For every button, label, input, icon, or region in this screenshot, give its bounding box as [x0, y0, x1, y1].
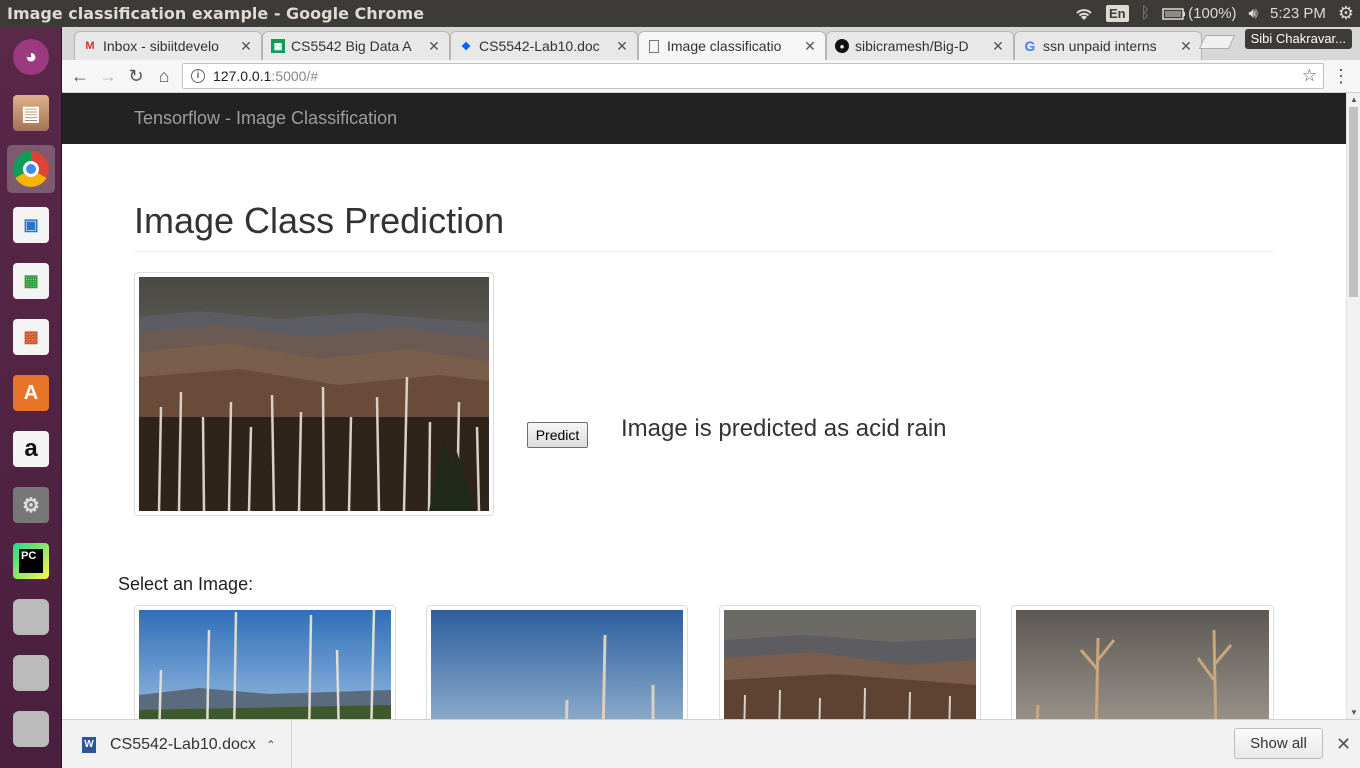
- thumbnail-option[interactable]: [1011, 605, 1274, 719]
- thumbnail-image: [1016, 610, 1269, 719]
- scroll-up-icon[interactable]: ▲: [1350, 95, 1358, 104]
- scroll-down-icon[interactable]: ▼: [1350, 708, 1358, 717]
- page-title: Image Class Prediction: [134, 200, 505, 241]
- close-icon[interactable]: ✕: [613, 38, 631, 55]
- address-bar[interactable]: i 127.0.0.1:5000/# ☆: [182, 63, 1324, 89]
- chrome-menu-icon[interactable]: ⋮: [1332, 66, 1350, 87]
- pycharm-icon[interactable]: PC: [7, 537, 55, 585]
- back-arrow-icon[interactable]: ←: [68, 64, 92, 88]
- scroll-thumb[interactable]: [1349, 107, 1358, 297]
- page-viewport: Tensorflow - Image Classification Image …: [62, 93, 1346, 719]
- battery-percent: (100%): [1188, 5, 1237, 22]
- files-icon[interactable]: ▤: [7, 89, 55, 137]
- download-file-name: CS5542-Lab10.docx: [110, 735, 256, 753]
- info-icon[interactable]: i: [191, 69, 205, 83]
- tab-label: CS5542-Lab10.doc: [479, 38, 600, 54]
- tab-label: CS5542 Big Data A: [291, 38, 412, 54]
- impress-icon[interactable]: ▩: [7, 313, 55, 361]
- profile-button[interactable]: Sibi Chakravar...: [1244, 29, 1352, 49]
- tab-label: sibicramesh/Big-D: [855, 38, 969, 54]
- tab-dropbox[interactable]: ❖ CS5542-Lab10.doc ✕: [450, 31, 638, 60]
- power-gear-icon[interactable]: ⚙: [1338, 3, 1354, 24]
- github-icon: ●: [835, 39, 849, 53]
- calc-icon[interactable]: ▦: [7, 257, 55, 305]
- battery-icon[interactable]: [1162, 7, 1186, 20]
- bluetooth-icon[interactable]: ᛒ: [1141, 5, 1151, 23]
- volume-icon[interactable]: 🔊︎: [1249, 5, 1258, 22]
- bookmark-star-icon[interactable]: ☆: [1302, 66, 1317, 86]
- close-icon[interactable]: ✕: [989, 38, 1007, 55]
- tab-label: Inbox - sibiitdevelo: [103, 38, 219, 54]
- ubuntu-icon[interactable]: ◕: [7, 33, 55, 81]
- chevron-up-icon[interactable]: ⌃: [266, 738, 276, 752]
- close-icon[interactable]: ✕: [425, 38, 443, 55]
- tab-strip: M Inbox - sibiitdevelo ✕ ▦ CS5542 Big Da…: [62, 27, 1360, 60]
- page-scrollbar[interactable]: ▲ ▼: [1346, 93, 1360, 719]
- title-divider: [134, 251, 1274, 252]
- tab-google-search[interactable]: G ssn unpaid interns ✕: [1014, 31, 1202, 60]
- amazon-icon[interactable]: a: [7, 425, 55, 473]
- page-icon: [649, 39, 659, 53]
- tab-github[interactable]: ● sibicramesh/Big-D ✕: [826, 31, 1014, 60]
- url-path: :5000/#: [271, 68, 319, 84]
- drive-icon[interactable]: [7, 649, 55, 697]
- window-title: Image classification example - Google Ch…: [7, 4, 425, 23]
- forward-arrow-icon[interactable]: →: [96, 64, 120, 88]
- clock[interactable]: 5:23 PM: [1270, 5, 1326, 22]
- thumbnail-option[interactable]: [134, 605, 396, 719]
- thumbnail-image: [431, 610, 683, 719]
- home-icon[interactable]: ⌂: [152, 64, 176, 88]
- close-icon[interactable]: ✕: [1336, 734, 1351, 755]
- drive-icon[interactable]: [7, 593, 55, 641]
- close-icon[interactable]: ✕: [801, 38, 819, 55]
- google-icon: G: [1024, 38, 1036, 54]
- tab-label: Image classificatio: [667, 38, 782, 54]
- system-top-bar: Image classification example - Google Ch…: [0, 0, 1360, 27]
- close-icon[interactable]: ✕: [1177, 38, 1195, 55]
- download-item[interactable]: W CS5542-Lab10.docx ⌃: [62, 720, 292, 768]
- thumbnail-option[interactable]: [426, 605, 688, 719]
- site-navbar: Tensorflow - Image Classification: [62, 93, 1346, 144]
- thumbnail-image: [724, 610, 976, 719]
- reload-icon[interactable]: ↻: [124, 64, 148, 88]
- navbar-brand[interactable]: Tensorflow - Image Classification: [134, 108, 397, 129]
- close-icon[interactable]: ✕: [237, 38, 255, 55]
- browser-toolbar: ← → ↻ ⌂ i 127.0.0.1:5000/# ☆ ⋮: [62, 60, 1360, 93]
- drive-icon[interactable]: [7, 705, 55, 753]
- chrome-icon[interactable]: [7, 145, 55, 193]
- sheets-icon: ▦: [271, 39, 285, 53]
- tab-label: ssn unpaid interns: [1043, 38, 1157, 54]
- tab-image-classification[interactable]: Image classificatio ✕: [638, 31, 826, 60]
- show-all-button[interactable]: Show all: [1234, 728, 1323, 759]
- unity-launcher: ◕ ▤ ▣ ▦ ▩ A a ⚙ PC: [0, 27, 62, 768]
- new-tab-button[interactable]: [1198, 35, 1236, 49]
- select-image-label: Select an Image:: [118, 574, 254, 594]
- selected-image-frame: [134, 272, 494, 516]
- tab-gmail[interactable]: M Inbox - sibiitdevelo ✕: [74, 31, 262, 60]
- writer-icon[interactable]: ▣: [7, 201, 55, 249]
- keyboard-layout-indicator[interactable]: En: [1105, 5, 1129, 22]
- wifi-icon[interactable]: [1074, 6, 1094, 22]
- predict-button[interactable]: Predict: [527, 422, 588, 448]
- tab-sheets[interactable]: ▦ CS5542 Big Data A ✕: [262, 31, 450, 60]
- software-center-icon[interactable]: A: [7, 369, 55, 417]
- selected-image: [139, 277, 489, 512]
- prediction-result: Image is predicted as acid rain: [621, 415, 947, 442]
- url-host: 127.0.0.1: [213, 68, 272, 84]
- download-shelf: W CS5542-Lab10.docx ⌃ Show all ✕: [62, 719, 1360, 768]
- settings-icon[interactable]: ⚙: [7, 481, 55, 529]
- thumbnail-option[interactable]: [719, 605, 981, 719]
- thumbnail-image: [139, 609, 391, 719]
- system-tray: En ᛒ (100%) 🔊︎ 5:23 PM ⚙: [1074, 0, 1354, 27]
- dropbox-icon: ❖: [461, 40, 471, 53]
- gmail-icon: M: [85, 40, 95, 52]
- word-doc-icon: W: [82, 736, 96, 753]
